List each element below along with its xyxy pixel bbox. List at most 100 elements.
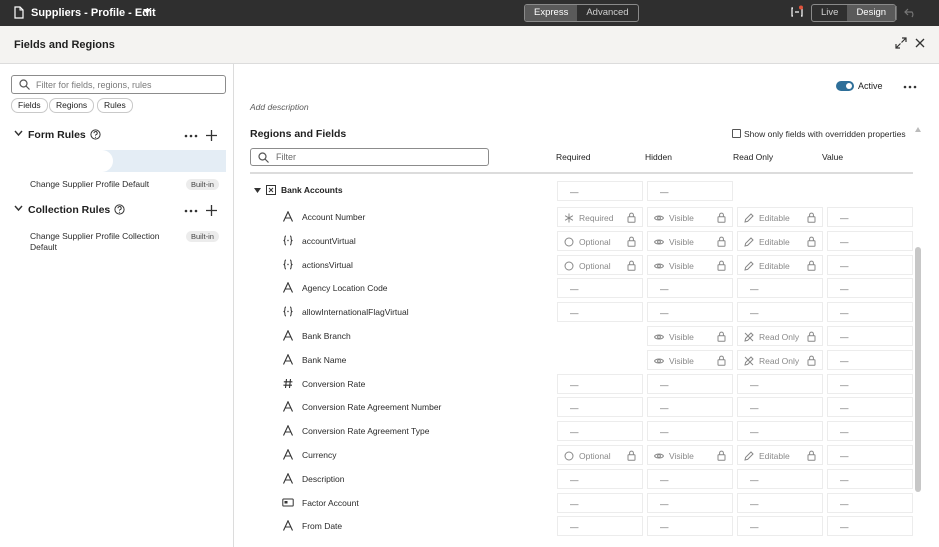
scrollbar-thumb[interactable] [915, 247, 921, 492]
region-row-bank-accounts[interactable]: Bank Accounts — — [235, 179, 915, 203]
field-row[interactable]: Account Number Required Visible Editable — [235, 205, 915, 229]
read-only-cell[interactable]: Editable [737, 254, 823, 275]
required-cell[interactable]: Optional [557, 445, 643, 465]
read-only-cell[interactable]: Read Only [737, 349, 823, 370]
overridden-checkbox[interactable] [732, 129, 741, 138]
lock-icon[interactable] [717, 260, 726, 271]
fields-filter-input[interactable]: Filter [250, 148, 489, 166]
value-cell[interactable]: — [827, 397, 913, 418]
form-rule-name[interactable]: Change Supplier Profile Default [30, 179, 149, 190]
hidden-cell[interactable]: — [647, 302, 733, 323]
lock-icon[interactable] [717, 450, 726, 461]
express-mode-button[interactable]: Express [525, 5, 578, 21]
field-row[interactable]: Bank Name Visible Read Only — [235, 348, 915, 372]
value-cell[interactable]: — [827, 302, 913, 323]
required-cell[interactable]: — [557, 516, 643, 537]
read-only-cell[interactable]: — [737, 397, 823, 418]
read-only-cell[interactable]: — [737, 492, 823, 513]
field-row[interactable]: Conversion Rate — — — — [235, 372, 915, 396]
read-only-cell[interactable]: — [737, 373, 823, 394]
read-only-cell[interactable]: — [737, 468, 823, 489]
overridden-label[interactable]: Show only fields with overridden propert… [744, 129, 906, 139]
lock-icon[interactable] [807, 212, 816, 223]
value-cell[interactable]: — [827, 254, 913, 275]
selected-rule-row[interactable] [0, 150, 226, 172]
value-cell[interactable]: — [827, 326, 913, 346]
required-cell[interactable]: — [557, 421, 643, 442]
chevron-down-icon[interactable] [143, 9, 151, 15]
caret-down-icon[interactable] [254, 188, 261, 193]
hidden-cell[interactable]: Visible [647, 445, 733, 465]
lock-icon[interactable] [717, 212, 726, 223]
lock-icon[interactable] [807, 236, 816, 247]
hidden-cell[interactable]: — [647, 373, 733, 394]
value-cell[interactable]: — [827, 516, 913, 537]
hidden-cell[interactable]: — [647, 397, 733, 418]
value-cell[interactable]: — [827, 421, 913, 442]
hidden-cell[interactable]: — [647, 516, 733, 537]
required-cell[interactable]: — [557, 373, 643, 394]
field-row[interactable]: Agency Location Code — — — — [235, 276, 915, 300]
read-only-cell[interactable]: Editable [737, 445, 823, 465]
field-row[interactable]: Factor Account — — — — [235, 491, 915, 515]
field-row[interactable]: From Date — — — — [235, 514, 915, 538]
read-only-cell[interactable]: Read Only [737, 326, 823, 346]
hidden-cell[interactable]: Visible [647, 349, 733, 370]
rules-search-input[interactable]: Filter for fields, regions, rules [11, 75, 226, 94]
lock-icon[interactable] [627, 212, 636, 223]
field-row[interactable]: allowInternationalFlagVirtual — — — — [235, 300, 915, 324]
lock-icon[interactable] [807, 331, 816, 342]
add-icon[interactable] [206, 205, 217, 216]
read-only-cell[interactable]: — [737, 302, 823, 323]
lock-icon[interactable] [807, 450, 816, 461]
collection-rule-name[interactable]: Change Supplier Profile Collection Defau… [30, 231, 170, 253]
expand-icon[interactable] [895, 37, 907, 49]
lock-icon[interactable] [627, 236, 636, 247]
required-cell[interactable]: — [557, 468, 643, 489]
hidden-cell[interactable]: Visible [647, 326, 733, 346]
fields-chip[interactable]: Fields [11, 98, 48, 113]
required-cell[interactable]: Optional [557, 254, 643, 275]
field-row[interactable]: actionsVirtual Optional Visible Editable — [235, 253, 915, 277]
collection-rules-header[interactable]: Collection Rules [14, 204, 125, 216]
value-cell[interactable]: — [827, 278, 913, 299]
hidden-cell[interactable]: Visible [647, 254, 733, 275]
hidden-cell[interactable]: — [647, 421, 733, 442]
vertical-scrollbar[interactable] [914, 124, 922, 544]
required-cell[interactable]: — [557, 397, 643, 418]
field-row[interactable]: Currency Optional Visible Editable — [235, 443, 915, 467]
undo-icon[interactable] [904, 7, 917, 18]
more-options-icon[interactable] [184, 209, 198, 213]
read-only-cell[interactable]: — [737, 278, 823, 299]
field-row[interactable]: Bank Branch Visible Read Only — [235, 324, 915, 348]
field-row[interactable]: Description — — — — [235, 467, 915, 491]
lock-icon[interactable] [807, 355, 816, 366]
value-cell[interactable]: — [827, 349, 913, 370]
regions-chip[interactable]: Regions [49, 98, 95, 113]
value-cell[interactable]: — [827, 207, 913, 227]
read-only-cell[interactable]: Editable [737, 230, 823, 251]
chevron-down-icon[interactable] [14, 130, 23, 137]
value-cell[interactable]: — [827, 492, 913, 513]
lock-icon[interactable] [627, 450, 636, 461]
close-icon[interactable] [915, 38, 925, 48]
hidden-cell[interactable]: — [647, 492, 733, 513]
read-only-cell[interactable]: Editable [737, 207, 823, 227]
required-cell[interactable]: Required [557, 207, 643, 227]
field-row[interactable]: Conversion Rate Agreement Number — — — — [235, 395, 915, 419]
hidden-cell[interactable]: — [647, 468, 733, 489]
chevron-down-icon[interactable] [14, 205, 23, 212]
hidden-cell[interactable]: Visible [647, 230, 733, 251]
lock-icon[interactable] [717, 331, 726, 342]
read-only-cell[interactable]: — [737, 421, 823, 442]
design-view-button[interactable]: Design [847, 5, 896, 21]
required-cell[interactable]: — [557, 302, 643, 323]
active-switch[interactable] [836, 81, 854, 91]
value-cell[interactable]: — [827, 468, 913, 489]
add-description-link[interactable]: Add description [250, 102, 309, 112]
help-icon[interactable] [114, 204, 125, 215]
field-row[interactable]: accountVirtual Optional Visible Editable — [235, 229, 915, 253]
audit-icon[interactable] [790, 5, 804, 19]
required-cell[interactable]: — [557, 492, 643, 513]
value-cell[interactable]: — [827, 373, 913, 394]
